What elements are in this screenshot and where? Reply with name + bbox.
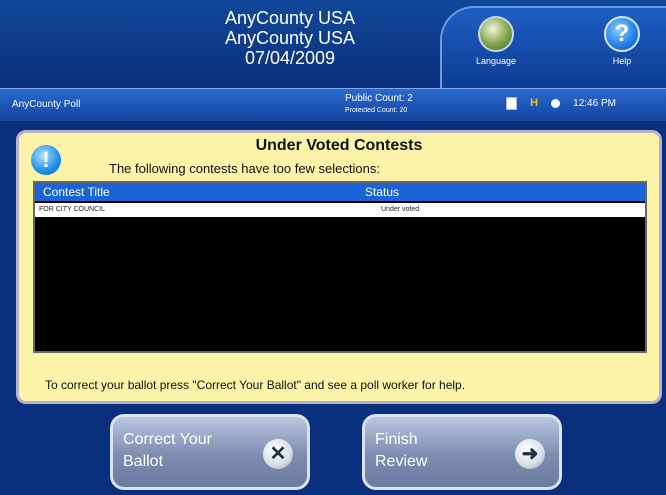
finish-review-label: Finish Review — [375, 429, 485, 473]
clock-icon — [551, 99, 561, 108]
panel-subtitle: The following contests have too few sele… — [109, 161, 380, 176]
arrow-right-icon: ➜ — [515, 439, 545, 469]
panel-title: Under Voted Contests — [255, 137, 423, 154]
jurisdiction-line-2: AnyCounty USA — [224, 28, 356, 48]
jurisdiction-line-1: AnyCounty USA — [224, 8, 356, 28]
public-count: Public Count: 2 — [345, 93, 413, 104]
ballot-counts: Public Count: 2 Protected Count: 20 — [345, 93, 413, 117]
help-button[interactable]: ? Help — [586, 16, 658, 66]
protected-count: Protected Count: 20 — [345, 107, 408, 114]
contest-status: Under voted — [381, 206, 420, 213]
table-row[interactable]: FOR CITY COUNCIL Under voted — [35, 203, 645, 217]
correct-ballot-label: Correct Your Ballot — [123, 429, 233, 473]
correct-ballot-label-line1: Correct Your — [123, 431, 212, 448]
voting-screen: AnyCounty USA AnyCounty USA 07/04/2009 L… — [0, 0, 666, 495]
correct-ballot-label-line2: Ballot — [123, 453, 164, 470]
contest-table: Contest Title Status FOR CITY COUNCIL Un… — [33, 181, 647, 353]
poll-name: AnyCounty Poll — [12, 99, 81, 110]
finish-review-label-line1: Finish — [375, 431, 418, 448]
undervote-panel: ! Under Voted Contests The following con… — [16, 130, 662, 404]
language-icon — [478, 16, 514, 52]
table-header: Contest Title Status — [35, 183, 645, 201]
header-title: AnyCounty USA AnyCounty USA 07/04/2009 — [150, 8, 430, 68]
finish-review-button[interactable]: Finish Review ➜ — [362, 414, 562, 490]
column-contest-title: Contest Title — [43, 185, 110, 199]
help-icon: ? — [604, 16, 640, 52]
column-status: Status — [365, 185, 400, 199]
document-icon — [506, 97, 517, 110]
instruction-text: To correct your ballot press "Correct Yo… — [45, 378, 466, 392]
help-label: Help — [612, 56, 632, 66]
status-bar: AnyCounty Poll Public Count: 2 Protected… — [0, 88, 666, 122]
x-icon: ✕ — [263, 439, 293, 469]
printer-h-icon: H — [530, 97, 539, 110]
finish-review-label-line2: Review — [375, 453, 428, 470]
correct-ballot-button[interactable]: Correct Your Ballot ✕ — [110, 414, 310, 490]
election-date: 07/04/2009 — [244, 48, 336, 68]
clock-time: 12:46 PM — [573, 98, 616, 110]
contest-name: FOR CITY COUNCIL — [39, 206, 105, 213]
language-button[interactable]: Language — [460, 16, 532, 66]
status-icons: H 12:46 PM — [506, 97, 626, 110]
language-label: Language — [475, 56, 517, 66]
